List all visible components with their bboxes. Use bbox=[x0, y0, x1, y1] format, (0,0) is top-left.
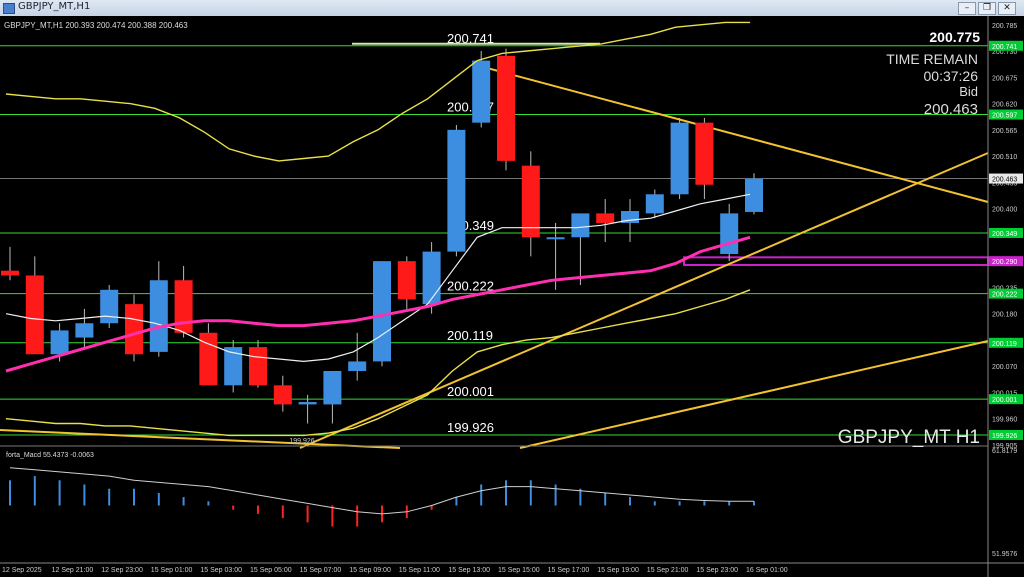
bull-candle[interactable] bbox=[323, 370, 342, 405]
bull-candle[interactable] bbox=[645, 194, 664, 214]
time-remain-label: TIME REMAIN bbox=[886, 51, 978, 67]
time-tick-label: 16 Sep 01:00 bbox=[746, 567, 788, 574]
time-tick-label: 15 Sep 09:00 bbox=[349, 567, 391, 574]
time-tick-label: 15 Sep 07:00 bbox=[300, 567, 342, 574]
price-axis-badge-label: 200.001 bbox=[992, 397, 1017, 404]
bear-candle[interactable] bbox=[695, 122, 714, 185]
price-tick-label: 200.620 bbox=[992, 102, 1017, 109]
bull-candle[interactable] bbox=[50, 330, 69, 355]
price-tick-label: 200.785 bbox=[992, 23, 1017, 30]
window-title: GBPJPY_MT,H1 bbox=[18, 1, 91, 12]
time-tick-label: 15 Sep 11:00 bbox=[399, 567, 440, 574]
time-tick-label: 15 Sep 03:00 bbox=[200, 567, 242, 574]
price-tick-label: 200.510 bbox=[992, 154, 1017, 161]
chart-window-icon bbox=[3, 3, 15, 14]
price-axis-badge-label: 200.349 bbox=[992, 231, 1017, 238]
macd-bottom-label: 51.9576 bbox=[992, 551, 1017, 558]
price-tick-label: 200.180 bbox=[992, 312, 1017, 319]
level-label: 200.001 bbox=[447, 384, 494, 399]
chart-header: GBPJPY_MT,H1 200.393 200.474 200.388 200… bbox=[4, 21, 188, 30]
bid-value: 200.463 bbox=[924, 101, 978, 118]
time-tick-label: 15 Sep 23:00 bbox=[696, 567, 738, 574]
bull-candle[interactable] bbox=[373, 261, 391, 362]
bull-candle[interactable] bbox=[298, 402, 317, 405]
time-tick-label: 15 Sep 19:00 bbox=[597, 567, 639, 574]
bear-candle[interactable] bbox=[521, 165, 540, 238]
time-tick-label: 12 Sep 2025 bbox=[2, 567, 42, 574]
close-button[interactable]: ✕ bbox=[998, 2, 1016, 15]
maximize-button[interactable]: ❐ bbox=[978, 2, 996, 15]
low-price-marker: 199.926 bbox=[289, 438, 314, 445]
bull-candle[interactable] bbox=[720, 213, 739, 254]
time-tick-label: 12 Sep 21:00 bbox=[52, 567, 94, 574]
time-tick-label: 15 Sep 21:00 bbox=[647, 567, 689, 574]
price-axis-badge-label: 200.290 bbox=[992, 259, 1017, 266]
bear-candle[interactable] bbox=[249, 347, 267, 386]
bull-candle[interactable] bbox=[472, 60, 491, 123]
price-tick-label: 200.565 bbox=[992, 128, 1017, 135]
price-axis-badge-label: 200.463 bbox=[992, 177, 1017, 184]
price-axis-badge-label: 200.741 bbox=[992, 44, 1017, 51]
macd-top-label: 61.8179 bbox=[992, 448, 1017, 455]
time-tick-label: 15 Sep 17:00 bbox=[548, 567, 590, 574]
bear-candle[interactable] bbox=[1, 270, 19, 276]
bull-candle[interactable] bbox=[670, 122, 689, 195]
bull-candle[interactable] bbox=[422, 251, 441, 305]
top-price-label: 200.775 bbox=[929, 29, 980, 45]
bull-candle[interactable] bbox=[149, 280, 168, 352]
symbol-watermark: GBPJPY_MT H1 bbox=[838, 427, 980, 448]
time-tick-label: 15 Sep 13:00 bbox=[448, 567, 490, 574]
bear-candle[interactable] bbox=[125, 304, 143, 355]
price-tick-label: 200.070 bbox=[992, 364, 1017, 371]
price-axis-badge-label: 200.222 bbox=[992, 292, 1017, 299]
price-axis-badge-label: 200.119 bbox=[992, 341, 1017, 348]
bear-candle[interactable] bbox=[497, 55, 515, 161]
bear-candle[interactable] bbox=[25, 275, 44, 355]
bear-candle[interactable] bbox=[397, 261, 416, 300]
bid-label: Bid bbox=[959, 84, 978, 99]
bear-candle[interactable] bbox=[273, 385, 292, 405]
bear-candle[interactable] bbox=[596, 213, 615, 223]
price-chart[interactable]: 200.741 200.597 200.349 200.222 200.119 200.0… bbox=[0, 16, 1024, 577]
bull-candle[interactable] bbox=[571, 213, 590, 238]
price-axis-badge-label: 200.597 bbox=[992, 113, 1017, 120]
price-tick-label: 200.400 bbox=[992, 207, 1017, 214]
time-tick-label: 12 Sep 23:00 bbox=[101, 567, 143, 574]
level-label: 199.926 bbox=[447, 420, 494, 435]
price-tick-label: 200.675 bbox=[992, 75, 1017, 82]
bull-candle[interactable] bbox=[348, 361, 367, 371]
window-titlebar: GBPJPY_MT,H1 – ❐ ✕ bbox=[0, 0, 1024, 17]
bull-candle[interactable] bbox=[100, 289, 119, 324]
bull-candle[interactable] bbox=[75, 323, 94, 338]
bull-candle[interactable] bbox=[546, 237, 565, 240]
price-axis-badge-label: 199.926 bbox=[992, 433, 1017, 440]
price-tick-label: 199.960 bbox=[992, 417, 1017, 424]
minimize-button[interactable]: – bbox=[958, 2, 976, 15]
time-tick-label: 15 Sep 15:00 bbox=[498, 567, 540, 574]
time-tick-label: 15 Sep 01:00 bbox=[151, 567, 193, 574]
time-tick-label: 15 Sep 05:00 bbox=[250, 567, 292, 574]
level-label: 200.119 bbox=[447, 328, 493, 343]
time-remain-value: 00:37:26 bbox=[924, 68, 979, 84]
bull-candle[interactable] bbox=[447, 129, 466, 252]
macd-header: forta_Macd 55.4373 -0.0063 bbox=[6, 452, 94, 459]
